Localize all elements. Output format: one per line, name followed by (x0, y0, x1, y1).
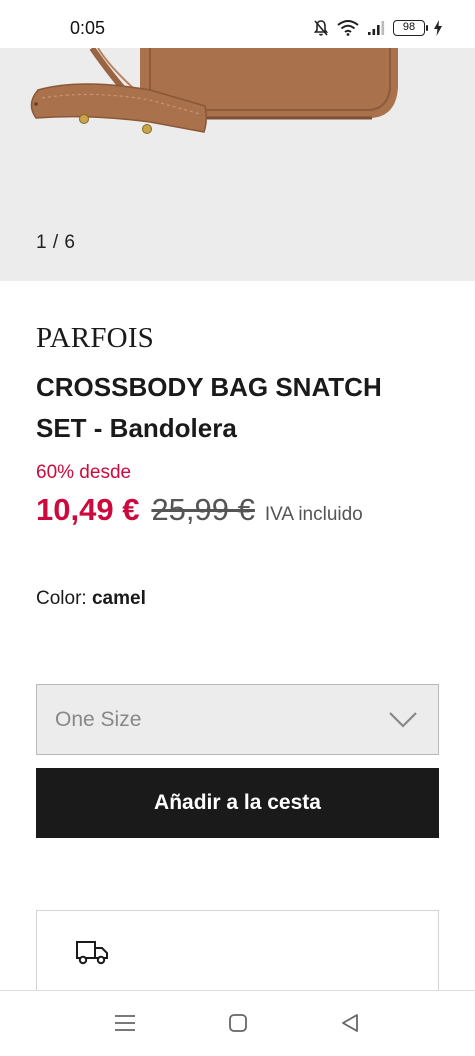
product-page: 0:05 98 1 / 6 PARFOIS CROSSBODY BAG SNAT… (0, 0, 475, 1056)
product-title: CROSSBODY BAG SNATCH SET - Bandolera (36, 372, 382, 443)
size-select[interactable]: One Size (36, 684, 439, 755)
current-price: 10,49 € (36, 492, 140, 527)
status-time: 0:05 (70, 18, 106, 38)
back-icon[interactable] (340, 1013, 360, 1038)
menu-icon[interactable] (114, 1013, 136, 1038)
price-row: 10,49 € 25,99 € IVA incluido (36, 492, 363, 528)
status-bar: 0:05 98 (0, 0, 475, 48)
system-nav-bar (0, 990, 475, 1056)
original-price: 25,99 € (151, 492, 255, 527)
status-icons: 98 (313, 19, 443, 37)
color-label: Color: (36, 588, 87, 609)
product-image-gallery[interactable]: 1 / 6 (0, 48, 475, 281)
mute-icon (313, 19, 329, 37)
chevron-down-icon (389, 712, 417, 728)
charging-icon (433, 20, 443, 36)
size-value: One Size (55, 708, 142, 731)
home-icon[interactable] (228, 1013, 248, 1038)
brand-name[interactable]: PARFOIS (36, 322, 154, 355)
color-value: camel (91, 588, 146, 609)
battery-icon: 98 (393, 20, 428, 36)
add-to-cart-label: Añadir a la cesta (154, 791, 321, 814)
add-to-cart-button[interactable]: Añadir a la cesta (36, 768, 439, 838)
wifi-icon (337, 20, 359, 36)
image-counter: 1 / 6 (36, 232, 76, 253)
truck-icon (76, 941, 108, 965)
color-info: Color: camel (36, 588, 146, 610)
discount-label: 60% desde (36, 462, 132, 483)
signal-icon (367, 20, 385, 36)
vat-label: IVA incluido (264, 504, 363, 525)
